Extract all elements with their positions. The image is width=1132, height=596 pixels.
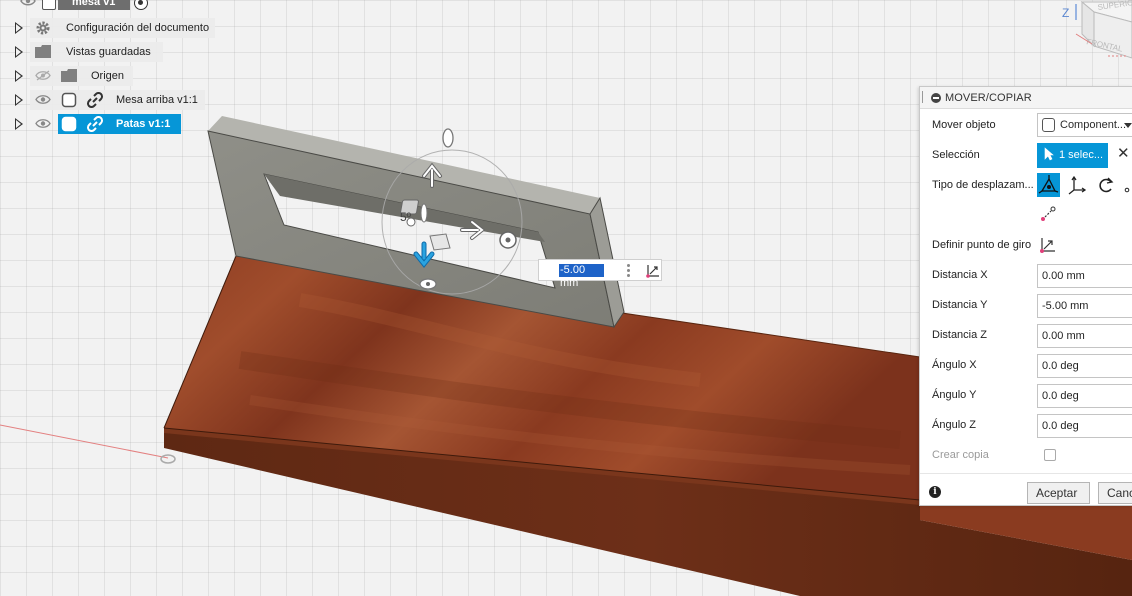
expand-triangle-icon[interactable] xyxy=(15,22,23,34)
link-icon xyxy=(86,91,104,111)
distance-x-input[interactable]: 0.00 mm xyxy=(1037,264,1132,288)
folder-icon xyxy=(61,69,77,85)
component-icon xyxy=(61,92,77,111)
activate-radio-icon[interactable] xyxy=(134,0,148,10)
browser-item-mesa-arriba[interactable]: Mesa arriba v1:1 xyxy=(0,89,205,111)
link-icon xyxy=(86,115,104,135)
dialog-footer: i Aceptar Cancelar xyxy=(920,473,1132,507)
translate-type-button[interactable] xyxy=(1065,173,1088,197)
distance-y-label: Distancia Y xyxy=(932,299,988,311)
move-type-label: Tipo de desplazam... xyxy=(932,179,1034,191)
distance-y-input[interactable]: -5.00 mm xyxy=(1037,294,1132,318)
gear-icon xyxy=(35,20,51,39)
angle-label: 5º xyxy=(400,210,412,224)
move-type-row-2 xyxy=(920,200,1132,230)
distance-z-label: Distancia Z xyxy=(932,329,988,341)
inline-distance-input[interactable]: -5.00 mm xyxy=(538,259,662,289)
angle-z-row: Ángulo Z 0.0 deg xyxy=(920,410,1132,440)
move-object-dropdown[interactable]: Component... xyxy=(1037,113,1132,137)
distance-x-label: Distancia X xyxy=(932,269,988,281)
browser-item-label: Origen xyxy=(91,70,125,82)
browser-item-label: Vistas guardadas xyxy=(66,46,151,58)
info-icon[interactable]: i xyxy=(929,486,941,498)
selection-count: 1 selec... xyxy=(1059,149,1104,161)
dialog-title: MOVER/COPIAR xyxy=(945,92,1032,104)
angle-x-input[interactable]: 0.0 deg xyxy=(1037,354,1132,378)
expand-triangle-icon[interactable] xyxy=(15,118,23,130)
create-copy-checkbox[interactable] xyxy=(1044,449,1056,461)
set-pivot-button[interactable] xyxy=(1037,232,1060,256)
distance-z-row: Distancia Z 0.00 mm xyxy=(920,320,1132,350)
x-axis-line xyxy=(0,424,169,459)
angle-y-row: Ángulo Y 0.0 deg xyxy=(920,380,1132,410)
browser-item-label: Patas v1:1 xyxy=(116,118,171,130)
point-to-position-type-button[interactable] xyxy=(1037,202,1060,226)
move-object-label: Mover objeto xyxy=(932,119,996,131)
angle-x-row: Ángulo X 0.0 deg xyxy=(920,350,1132,380)
distance-z-input[interactable]: 0.00 mm xyxy=(1037,324,1132,348)
angle-x-label: Ángulo X xyxy=(932,359,977,371)
pivot-icon[interactable] xyxy=(645,262,661,281)
expand-triangle-icon[interactable] xyxy=(15,70,23,82)
move-object-value: Component... xyxy=(1060,119,1127,131)
browser-item-saved-views[interactable]: Vistas guardadas xyxy=(0,41,165,63)
distance-y-row: Distancia Y -5.00 mm xyxy=(920,290,1132,320)
dialog-header[interactable]: MOVER/COPIAR xyxy=(920,87,1132,109)
drag-handle[interactable] xyxy=(922,91,924,103)
pivot-label: Definir punto de giro xyxy=(932,239,1032,251)
collapse-icon[interactable] xyxy=(931,93,941,103)
browser-root-row[interactable]: mesa v1 xyxy=(0,0,160,12)
eye-hidden-icon[interactable] xyxy=(35,70,51,84)
rotate-type-button[interactable] xyxy=(1094,173,1117,197)
angle-y-input[interactable]: 0.0 deg xyxy=(1037,384,1132,408)
move-type-row: Tipo de desplazam... xyxy=(920,170,1132,200)
inline-distance-value[interactable]: -5.00 mm xyxy=(559,264,604,289)
move-copy-dialog: MOVER/COPIAR Mover objeto Component... S… xyxy=(919,86,1132,506)
angle-z-input[interactable]: 0.0 deg xyxy=(1037,414,1132,438)
selection-label: Selección xyxy=(932,149,980,161)
selection-row: Selección 1 selec... ✕ xyxy=(920,140,1132,170)
browser-item-label: Mesa arriba v1:1 xyxy=(116,94,198,106)
component-icon xyxy=(42,0,56,10)
cancel-button[interactable]: Cancelar xyxy=(1098,482,1132,504)
distance-x-row: Distancia X 0.00 mm xyxy=(920,260,1132,290)
browser-item-origin[interactable]: Origen xyxy=(0,65,135,87)
eye-icon[interactable] xyxy=(35,118,51,132)
root-component-title[interactable]: mesa v1 xyxy=(58,0,130,10)
move-object-row: Mover objeto Component... xyxy=(920,110,1132,140)
component-icon xyxy=(1042,118,1055,132)
selection-button[interactable]: 1 selec... xyxy=(1037,143,1108,168)
create-copy-label: Crear copia xyxy=(932,449,989,461)
browser-item-document-settings[interactable]: Configuración del documento xyxy=(0,17,215,39)
expand-triangle-icon[interactable] xyxy=(15,46,23,58)
point-to-point-type-button[interactable] xyxy=(1120,173,1132,197)
clear-selection-icon[interactable]: ✕ xyxy=(1117,146,1130,161)
eye-icon[interactable] xyxy=(20,0,36,9)
eye-icon[interactable] xyxy=(35,94,51,108)
expand-triangle-icon[interactable] xyxy=(15,94,23,106)
browser-item-patas[interactable]: Patas v1:1 xyxy=(0,113,183,135)
create-copy-row: Crear copia xyxy=(920,440,1132,470)
cursor-arrow-icon xyxy=(1044,147,1054,164)
angle-z-label: Ángulo Z xyxy=(932,419,977,431)
free-move-type-button[interactable] xyxy=(1037,173,1060,197)
z-axis-label: Z xyxy=(1062,6,1069,20)
angle-y-label: Ángulo Y xyxy=(932,389,977,401)
component-icon xyxy=(61,116,77,135)
more-options-icon[interactable] xyxy=(627,264,631,279)
folder-icon xyxy=(35,45,51,61)
ok-button[interactable]: Aceptar xyxy=(1027,482,1090,504)
chevron-down-icon xyxy=(1124,123,1132,128)
pivot-row: Definir punto de giro xyxy=(920,230,1132,260)
browser-item-label: Configuración del documento xyxy=(66,22,210,34)
origin-point-icon xyxy=(160,454,176,464)
view-cube[interactable]: FRONTAL SUPERIOR Z xyxy=(1062,0,1132,60)
